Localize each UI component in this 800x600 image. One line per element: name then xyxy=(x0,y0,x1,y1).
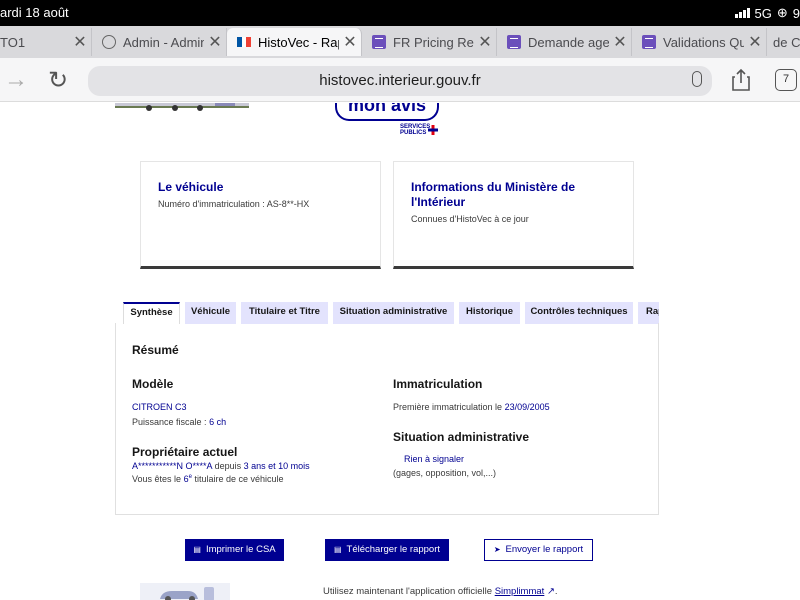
print-csa-button[interactable]: ▤ Imprimer le CSA xyxy=(185,539,284,561)
owner-label: Propriétaire actuel xyxy=(132,445,238,459)
reload-button[interactable]: ↻ xyxy=(48,66,68,95)
forward-button[interactable]: → xyxy=(4,66,28,94)
report-tabs: Synthèse Véhicule Titulaire et Titre Sit… xyxy=(123,302,659,324)
plate-number-text: Numéro d'immatriculation : AS-8**-HX xyxy=(158,199,310,209)
browser-tab[interactable]: de C xyxy=(767,28,800,56)
close-icon[interactable]: ✕ xyxy=(204,32,226,52)
status-bar: ardi 18 août 5G ⊕ 9 xyxy=(0,0,800,26)
close-icon[interactable]: ✕ xyxy=(609,32,631,52)
flag-icon xyxy=(237,37,252,47)
external-link-icon: ↗ xyxy=(546,586,555,597)
purple-doc-icon xyxy=(642,35,656,49)
close-icon[interactable]: ✕ xyxy=(474,32,496,52)
tab-title: HistoVec - Rapp xyxy=(258,34,339,50)
admin-status-detail: (gages, opposition, vol,...) xyxy=(393,468,497,478)
orientation-lock-icon: ⊕ xyxy=(776,5,788,20)
simplimmat-promo: Utilisez maintenant l'application offici… xyxy=(323,586,558,597)
vehicle-card: Le véhicule Numéro d'immatriculation : A… xyxy=(140,161,381,269)
model-label: Modèle xyxy=(132,377,174,391)
close-icon[interactable]: ✕ xyxy=(339,32,361,52)
network-label: 5G xyxy=(754,5,772,21)
services-plus-icon xyxy=(428,125,438,135)
ministry-card-subtitle: Connues d'HistoVec à ce jour xyxy=(411,214,529,224)
signal-icon xyxy=(734,8,750,18)
address-row: → ↻ histovec.interieur.gouv.fr 7 xyxy=(0,58,800,102)
purple-doc-icon xyxy=(372,35,386,49)
printer-icon: ▤ xyxy=(193,545,201,554)
tab-synthese[interactable]: Synthèse xyxy=(123,302,180,324)
fiscal-power: Puissance fiscale : 6 ch xyxy=(132,417,227,427)
tab-situation-administrative[interactable]: Situation administrative xyxy=(333,302,454,324)
first-registration: Première immatriculation le 23/09/2005 xyxy=(393,402,550,412)
url-bar[interactable]: histovec.interieur.gouv.fr xyxy=(88,66,712,96)
tab-title: de C xyxy=(773,34,800,50)
tab-title: Admin - Admin xyxy=(123,34,204,50)
owner-line: A***********N O****A depuis 3 ans et 10 … xyxy=(132,461,310,471)
browser-tab[interactable]: Demande agenc ✕ xyxy=(497,28,632,56)
tab-title: TO1 xyxy=(0,34,26,50)
tab-vehicule[interactable]: Véhicule xyxy=(185,302,236,324)
tab-controles-techniques[interactable]: Contrôles techniques xyxy=(525,302,633,324)
vehicle-card-title: Le véhicule xyxy=(158,180,224,194)
browser-tab-active[interactable]: HistoVec - Rapp ✕ xyxy=(227,28,362,56)
send-icon: ➤ xyxy=(493,545,501,554)
share-icon[interactable] xyxy=(731,68,751,92)
admin-status-label: Situation administrative xyxy=(393,430,530,444)
browser-tab[interactable]: FR Pricing Requ ✕ xyxy=(362,28,497,56)
tab-historique[interactable]: Historique xyxy=(459,302,520,324)
summary-heading: Résumé xyxy=(132,343,179,357)
ministry-card-title: Informations du Ministère de l'Intérieur xyxy=(411,180,576,209)
owner-rank: Vous êtes le 6e titulaire de ce véhicule xyxy=(132,474,284,484)
registration-label: Immatriculation xyxy=(393,377,483,391)
status-indicators: 5G ⊕ 9 xyxy=(734,5,800,21)
ministry-card: Informations du Ministère de l'Intérieur… xyxy=(393,161,634,269)
browser-tab-bar: TO1 ✕ Admin - Admin ✕ HistoVec - Rapp ✕ … xyxy=(0,26,800,58)
tab-count-button[interactable]: 7 xyxy=(775,69,797,91)
first-registration-date: 23/09/2005 xyxy=(504,402,550,412)
simplimmat-illustration xyxy=(140,583,230,600)
owner-name: A***********N O****A xyxy=(132,461,213,471)
close-icon[interactable]: ✕ xyxy=(69,32,91,52)
simplimmat-link[interactable]: Simplimmat xyxy=(495,586,545,597)
give-opinion-button[interactable]: mon avis xyxy=(335,103,439,121)
purple-doc-icon xyxy=(507,35,521,49)
status-time: ardi 18 août xyxy=(0,5,69,20)
vehicle-illustration xyxy=(115,103,249,111)
browser-tab[interactable]: Validations Qua ✕ xyxy=(632,28,767,56)
page-content: mon avis SERVICES PUBLICS Le véhicule Nu… xyxy=(0,103,800,600)
admin-status-value: Rien à signaler xyxy=(404,454,465,464)
microphone-icon[interactable] xyxy=(692,71,702,87)
tab-title: FR Pricing Requ xyxy=(393,34,474,50)
download-report-button[interactable]: ▤ Télécharger le rapport xyxy=(325,539,449,561)
owner-duration: 3 ans et 10 mois xyxy=(243,461,310,471)
close-icon[interactable]: ✕ xyxy=(744,32,766,52)
services-publics-logo: SERVICES PUBLICS xyxy=(400,124,431,136)
tab-title: Demande agenc xyxy=(528,34,609,50)
tab-title: Validations Qua xyxy=(663,34,744,50)
browser-tab[interactable]: TO1 ✕ xyxy=(0,28,92,56)
browser-tab[interactable]: Admin - Admin ✕ xyxy=(92,28,227,56)
url-text: histovec.interieur.gouv.fr xyxy=(319,72,481,89)
battery-label: 9 xyxy=(792,5,800,21)
model-value: CITROEN C3 xyxy=(132,402,187,412)
send-report-button[interactable]: ➤ Envoyer le rapport xyxy=(484,539,593,561)
tab-rapport[interactable]: Rap xyxy=(638,302,659,324)
tab-titulaire[interactable]: Titulaire et Titre xyxy=(241,302,328,324)
printer-icon: ▤ xyxy=(333,545,342,554)
globe-icon xyxy=(102,35,116,49)
